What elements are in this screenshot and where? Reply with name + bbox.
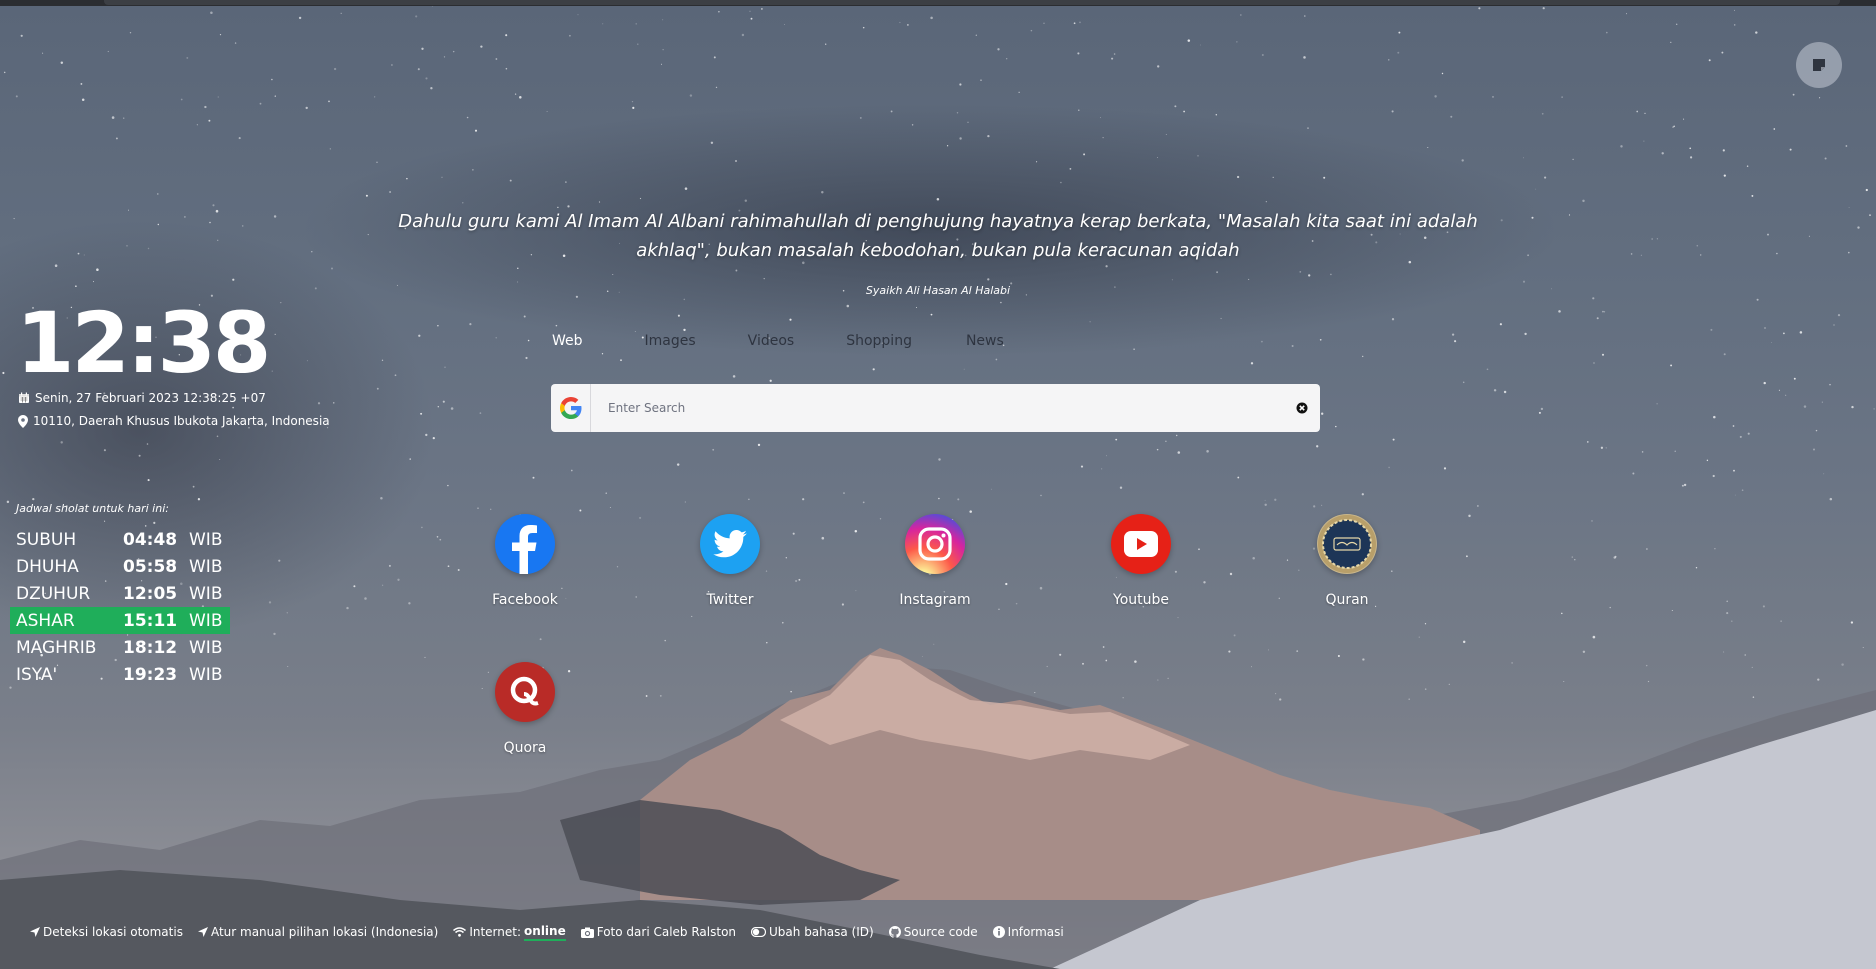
date-text: Senin, 27 Februari 2023 12:38:25 +07	[35, 391, 266, 405]
prayer-name: ASHAR	[16, 610, 75, 631]
search-type-tabs: Web Images Videos Shopping News	[552, 333, 1058, 353]
photo-credit-link[interactable]: Foto dari Caleb Ralston	[580, 925, 737, 939]
browser-top-bar	[0, 0, 1876, 6]
location-text: 10110, Daerah Khusus Ibukota Jakarta, In…	[33, 414, 330, 428]
info-icon	[992, 926, 1005, 938]
shortcut-quora[interactable]: Quora	[465, 662, 585, 756]
information-label: Informasi	[1007, 925, 1064, 939]
shortcut-label: Quora	[503, 740, 547, 756]
prayer-name: ISYA'	[16, 664, 58, 685]
prayer-row-maghrib: MAGHRIB 18:12 WIB	[10, 634, 230, 661]
location-line: 10110, Daerah Khusus Ibukota Jakarta, In…	[18, 414, 330, 428]
prayer-time: 19:23	[123, 664, 178, 685]
camera-icon	[580, 927, 594, 938]
background-mountain-image	[0, 0, 1876, 969]
quote-block: Dahulu guru kami Al Imam Al Albani rahim…	[370, 207, 1506, 297]
shortcut-youtube[interactable]: Youtube	[1081, 514, 1201, 608]
tab-videos[interactable]: Videos	[748, 333, 795, 353]
shortcut-label: Quran	[1325, 592, 1369, 608]
facebook-icon	[495, 514, 555, 574]
clock-time: 12:38	[16, 294, 271, 392]
prayer-name: SUBUH	[16, 529, 77, 550]
prayer-row-dhuha: DHUHA 05:58 WIB	[10, 553, 230, 580]
internet-status-value: online	[524, 924, 566, 941]
location-arrow-icon	[30, 927, 40, 937]
prayer-zone: WIB	[189, 556, 223, 577]
quran-icon	[1317, 514, 1377, 574]
prayer-name: MAGHRIB	[16, 637, 97, 658]
instagram-icon	[905, 514, 965, 574]
auto-location-link[interactable]: Deteksi lokasi otomatis	[30, 925, 183, 939]
footer-bar: Deteksi lokasi otomatis Atur manual pili…	[30, 922, 1079, 942]
shortcut-instagram[interactable]: Instagram	[875, 514, 995, 608]
tab-news[interactable]: News	[966, 333, 1004, 353]
internet-label: Internet:	[469, 925, 522, 939]
calendar-icon	[19, 392, 29, 403]
quora-icon	[495, 662, 555, 722]
prayer-zone: WIB	[189, 583, 223, 604]
change-language-toggle[interactable]: Ubah bahasa (ID)	[751, 925, 874, 939]
prayer-time: 04:48	[123, 529, 178, 550]
information-link[interactable]: Informasi	[992, 925, 1064, 939]
photo-credit-label: Foto dari Caleb Ralston	[596, 925, 737, 939]
shortcut-label: Facebook	[492, 592, 558, 608]
tab-images[interactable]: Images	[645, 333, 696, 353]
map-marker-icon	[18, 414, 28, 428]
prayer-schedule-title: Jadwal sholat untuk hari ini:	[16, 502, 169, 515]
github-icon	[888, 926, 901, 938]
note-icon	[1813, 59, 1825, 71]
prayer-row-isya: ISYA' 19:23 WIB	[10, 661, 230, 688]
manual-location-label: Atur manual pilihan lokasi (Indonesia)	[210, 925, 439, 939]
prayer-zone: WIB	[189, 610, 223, 631]
shortcut-label: Youtube	[1113, 592, 1169, 608]
prayer-time: 18:12	[123, 637, 178, 658]
quote-text: Dahulu guru kami Al Imam Al Albani rahim…	[398, 211, 1478, 261]
prayer-name: DHUHA	[16, 556, 79, 577]
date-line: Senin, 27 Februari 2023 12:38:25 +07	[18, 391, 266, 405]
google-icon[interactable]	[551, 384, 591, 432]
tab-web[interactable]: Web	[552, 333, 583, 353]
manual-location-link[interactable]: Atur manual pilihan lokasi (Indonesia)	[197, 925, 439, 939]
shortcut-label: Instagram	[899, 592, 971, 608]
shortcut-facebook[interactable]: Facebook	[465, 514, 585, 608]
prayer-time: 12:05	[123, 583, 178, 604]
shortcut-label: Twitter	[706, 592, 754, 608]
youtube-icon	[1111, 514, 1171, 574]
settings-toggle-button[interactable]	[1796, 42, 1842, 88]
clear-icon[interactable]	[1292, 384, 1312, 432]
source-code-link[interactable]: Source code	[888, 925, 978, 939]
browser-top-bar-inner	[104, 0, 1840, 5]
wifi-icon	[453, 927, 467, 937]
prayer-zone: WIB	[189, 529, 223, 550]
change-language-label: Ubah bahasa (ID)	[769, 925, 874, 939]
source-code-label: Source code	[903, 925, 978, 939]
auto-location-label: Deteksi lokasi otomatis	[43, 925, 183, 939]
prayer-time: 15:11	[123, 610, 178, 631]
prayer-row-ashar-current: ASHAR 15:11 WIB	[10, 607, 230, 634]
prayer-row-dzuhur: DZUHUR 12:05 WIB	[10, 580, 230, 607]
prayer-zone: WIB	[189, 637, 223, 658]
prayer-name: DZUHUR	[16, 583, 91, 604]
location-arrow-icon	[197, 927, 208, 937]
prayer-zone: WIB	[189, 664, 223, 685]
twitter-icon	[700, 514, 760, 574]
prayer-schedule-table: SUBUH 04:48 WIB DHUHA 05:58 WIB DZUHUR 1…	[10, 526, 230, 688]
shortcut-quran[interactable]: Quran	[1287, 514, 1407, 608]
quote-author: Syaikh Ali Hasan Al Halabi	[865, 284, 1011, 297]
shortcut-twitter[interactable]: Twitter	[670, 514, 790, 608]
search-input[interactable]	[608, 385, 1292, 431]
prayer-row-subuh: SUBUH 04:48 WIB	[10, 526, 230, 553]
prayer-time: 05:58	[123, 556, 178, 577]
internet-status: Internet: online	[453, 924, 566, 941]
search-bar	[551, 384, 1320, 432]
toggle-icon	[751, 927, 767, 937]
tab-shopping[interactable]: Shopping	[846, 333, 912, 353]
